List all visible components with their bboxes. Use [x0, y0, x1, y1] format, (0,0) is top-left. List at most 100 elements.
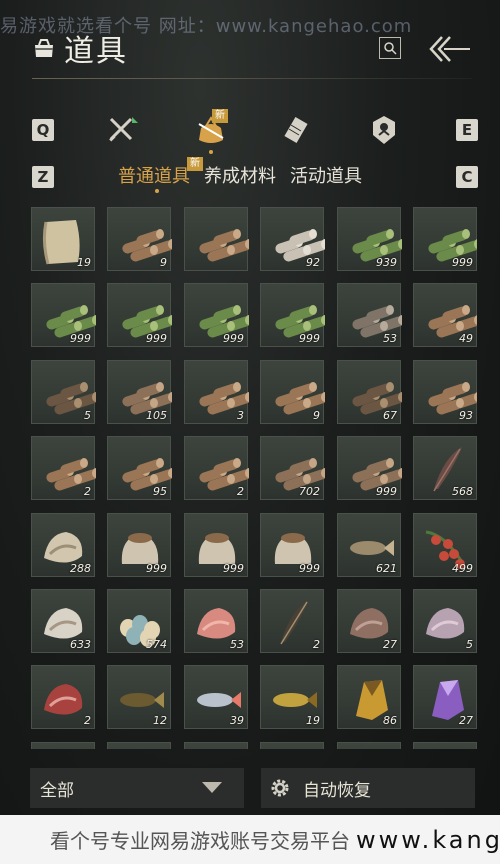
item-slot-partial[interactable]	[31, 742, 95, 749]
search-icon	[384, 42, 397, 55]
item-slot[interactable]: 288	[31, 513, 95, 577]
item-slot[interactable]: 9	[260, 360, 325, 424]
item-count: 621	[376, 562, 397, 575]
item-count: 702	[299, 485, 320, 498]
item-count: 93	[459, 409, 473, 422]
item-count: 5	[84, 409, 91, 422]
item-slot[interactable]: 2	[31, 665, 95, 729]
item-count: 67	[383, 409, 397, 422]
subtab-growth-materials[interactable]: 养成材料	[204, 162, 276, 188]
filter-label: 全部	[40, 780, 74, 801]
item-slot[interactable]: 702	[260, 436, 325, 500]
item-count: 633	[70, 638, 91, 651]
item-count: 999	[146, 562, 167, 575]
watermark-footer-url: www.kangehao.com	[356, 825, 500, 854]
new-badge-subtab: 新	[187, 157, 203, 171]
item-slot-partial[interactable]	[337, 742, 401, 749]
item-count: 27	[383, 638, 397, 651]
item-slot[interactable]: 999	[31, 283, 96, 347]
item-count: 39	[230, 714, 244, 727]
item-count: 12	[153, 714, 167, 727]
item-slot[interactable]: 999	[413, 207, 477, 271]
back-button[interactable]	[428, 34, 472, 64]
item-slot-partial[interactable]	[184, 742, 248, 749]
watermark-footer-text: 看个号专业网易游戏账号交易平台	[50, 829, 350, 853]
item-count: 27	[459, 714, 473, 727]
item-slot[interactable]: 19	[260, 665, 324, 729]
item-slot[interactable]: 27	[337, 589, 401, 653]
item-count: 288	[70, 562, 91, 575]
item-slot[interactable]: 86	[337, 665, 401, 729]
item-slot[interactable]	[184, 207, 249, 271]
item-count: 86	[383, 714, 397, 727]
item-slot[interactable]: 999	[184, 513, 248, 577]
item-slot[interactable]: 93	[413, 360, 477, 424]
item-slot-partial[interactable]	[107, 742, 171, 749]
item-slot[interactable]: 999	[260, 283, 325, 347]
item-slot[interactable]: 53	[337, 283, 402, 347]
bag-icon	[35, 39, 53, 57]
item-count: 999	[452, 256, 473, 269]
item-count: 999	[376, 485, 397, 498]
category-tab-emblems[interactable]	[366, 112, 402, 148]
item-count: 95	[153, 485, 167, 498]
key-hint-z[interactable]: Z	[32, 166, 54, 188]
key-hint-e[interactable]: E	[456, 119, 478, 141]
subtab-normal-items[interactable]: 普通道具	[118, 162, 190, 188]
item-slot[interactable]: 2	[260, 589, 324, 653]
item-slot[interactable]: 2	[31, 436, 96, 500]
item-count: 2	[84, 714, 91, 727]
item-count: 19	[306, 714, 320, 727]
item-slot[interactable]: 2	[184, 436, 249, 500]
item-slot[interactable]: 39	[184, 665, 248, 729]
item-slot[interactable]: 92	[260, 207, 325, 271]
subtab-event-items[interactable]: 活动道具	[290, 162, 362, 188]
item-slot[interactable]: 621	[337, 513, 401, 577]
item-slot[interactable]: 9	[107, 207, 172, 271]
item-slot[interactable]: 95	[107, 436, 172, 500]
item-slot[interactable]: 633	[31, 589, 95, 653]
item-slot[interactable]: 49	[413, 283, 477, 347]
item-slot[interactable]: 568	[413, 436, 477, 500]
item-slot[interactable]: 939	[337, 207, 402, 271]
item-count: 999	[70, 332, 91, 345]
item-slot[interactable]: 3	[184, 360, 249, 424]
item-slot[interactable]: 999	[260, 513, 324, 577]
item-slot-partial[interactable]	[260, 742, 324, 749]
scroll-icon	[284, 116, 308, 144]
item-slot[interactable]: 5	[31, 360, 96, 424]
item-count: 5	[466, 638, 473, 651]
item-count: 92	[306, 256, 320, 269]
item-slot[interactable]: 53	[184, 589, 248, 653]
item-slot[interactable]: 999	[107, 513, 171, 577]
item-slot[interactable]: 999	[337, 436, 402, 500]
item-count: 574	[146, 638, 167, 651]
item-slot[interactable]: 12	[107, 665, 171, 729]
item-count: 2	[84, 485, 91, 498]
category-tab-equipment[interactable]	[104, 112, 140, 148]
item-slot-partial[interactable]	[413, 742, 477, 749]
item-count: 2	[237, 485, 244, 498]
item-slot[interactable]: 27	[413, 665, 477, 729]
item-slot[interactable]: 19	[31, 207, 95, 271]
item-slot[interactable]: 999	[184, 283, 249, 347]
item-count: 499	[452, 562, 473, 575]
auto-restore-button[interactable]: 自动恢复	[261, 768, 475, 808]
item-slot[interactable]: 999	[107, 283, 172, 347]
item-slot[interactable]: 67	[337, 360, 402, 424]
filter-dropdown[interactable]: 全部	[30, 768, 244, 808]
search-button[interactable]	[379, 37, 401, 59]
active-tab-indicator	[209, 150, 213, 154]
key-hint-q[interactable]: Q	[32, 119, 54, 141]
crossed-swords-icon	[109, 117, 138, 142]
item-slot[interactable]: 105	[107, 360, 172, 424]
item-count: 49	[459, 332, 473, 345]
new-badge-category: 新	[212, 109, 228, 123]
item-slot[interactable]: 5	[413, 589, 477, 653]
key-hint-c[interactable]: C	[456, 166, 478, 188]
category-tab-scrolls[interactable]	[280, 112, 316, 148]
item-count: 999	[223, 562, 244, 575]
item-count: 105	[146, 409, 167, 422]
item-slot[interactable]: 499	[413, 513, 477, 577]
item-slot[interactable]: 574	[107, 589, 171, 653]
